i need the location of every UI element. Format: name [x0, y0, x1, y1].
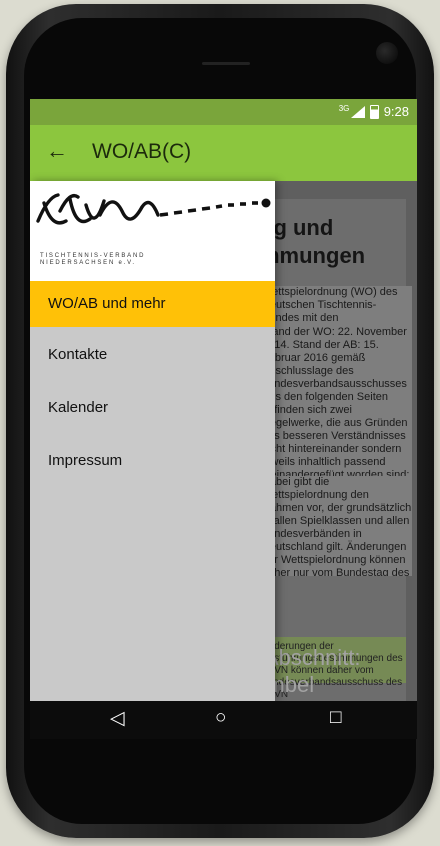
screen: 3G 9:28 ← WO/AB(C) ng und mmungen Wettsp…: [30, 99, 417, 739]
clock: 9:28: [383, 104, 409, 119]
drawer-header: ttvn TISCHTENNIS-VERBAND NIEDERSACHSEN e…: [30, 181, 275, 281]
navigation-drawer: ttvn TISCHTENNIS-VERBAND NIEDERSACHSEN e…: [30, 181, 275, 701]
front-camera: [376, 42, 398, 64]
signal-icon: 3G: [339, 104, 365, 118]
drawer-item-wo-ab[interactable]: WO/AB und mehr: [48, 295, 166, 312]
drawer-item-impressum[interactable]: Impressum: [48, 452, 122, 469]
nav-home-icon[interactable]: ○: [215, 707, 226, 729]
back-arrow-icon[interactable]: ←: [46, 138, 68, 164]
toolbar-title: WO/AB(C): [92, 140, 192, 163]
drawer-item-kalender[interactable]: Kalender: [48, 399, 108, 416]
network-type: 3G: [338, 103, 350, 113]
document-paragraph-4: Dabei gibt die Wettspielordnung den Rahm…: [262, 476, 412, 576]
battery-icon: [369, 104, 379, 119]
nav-recents-icon[interactable]: □: [330, 707, 341, 729]
system-nav-bar: ◁ ○ □: [30, 701, 417, 739]
earpiece: [202, 62, 250, 65]
status-bar: 3G 9:28: [30, 99, 417, 125]
app-toolbar: ← WO/AB(C): [30, 125, 417, 181]
logo-caption: TISCHTENNIS-VERBAND NIEDERSACHSEN e.V.: [40, 253, 145, 267]
document-heading: ng und mmungen: [260, 215, 366, 268]
nav-back-icon[interactable]: ◁: [110, 707, 125, 730]
ttvn-logo: ttvn: [36, 193, 271, 225]
logo-caption-line-2: NIEDERSACHSEN e.V.: [40, 260, 136, 266]
drawer-item-kontakte[interactable]: Kontakte: [48, 346, 107, 363]
logo-caption-line-1: TISCHTENNIS-VERBAND: [40, 253, 146, 259]
